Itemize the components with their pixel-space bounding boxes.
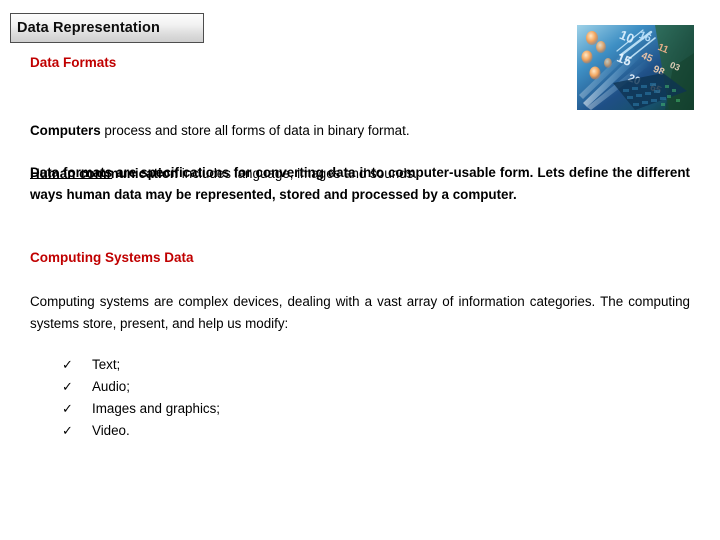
list-item: ✓ Text; (62, 357, 220, 379)
check-icon: ✓ (62, 401, 73, 416)
list-item: ✓ Images and graphics; (62, 401, 220, 423)
check-icon: ✓ (62, 379, 73, 394)
list-item: ✓ Audio; (62, 379, 220, 401)
data-categories-checklist: ✓ Text; ✓ Audio; ✓ Images and graphics; … (62, 357, 220, 445)
paragraph-computing-systems: Computing systems are complex devices, d… (30, 294, 690, 331)
underlined-term-data-formats: Data formats (30, 165, 113, 180)
page-title: Data Representation (17, 20, 160, 36)
slide-title-box: Data Representation (10, 13, 204, 43)
list-item-label: Text; (92, 357, 121, 372)
data-formats-rest: are specifications for converting data i… (30, 165, 691, 202)
list-item-label: Audio; (92, 379, 130, 394)
intro-rest-1: process and store all forms of data in b… (100, 122, 410, 138)
intro-bold-computers: Computers (30, 122, 101, 138)
list-item-label: Images and graphics; (92, 401, 221, 416)
list-item-label: Video. (92, 423, 130, 438)
paragraph-data-formats: Data formats are specifications for conv… (30, 162, 690, 205)
check-icon: ✓ (62, 423, 73, 438)
list-item: ✓ Video. (62, 423, 220, 445)
slide-canvas: Data Representation 10 16 15 45 11 98 03… (0, 0, 720, 540)
check-icon: ✓ (62, 357, 73, 372)
heading-data-formats: Data Formats (30, 55, 117, 70)
heading-computing-systems-data: Computing Systems Data (30, 250, 194, 265)
